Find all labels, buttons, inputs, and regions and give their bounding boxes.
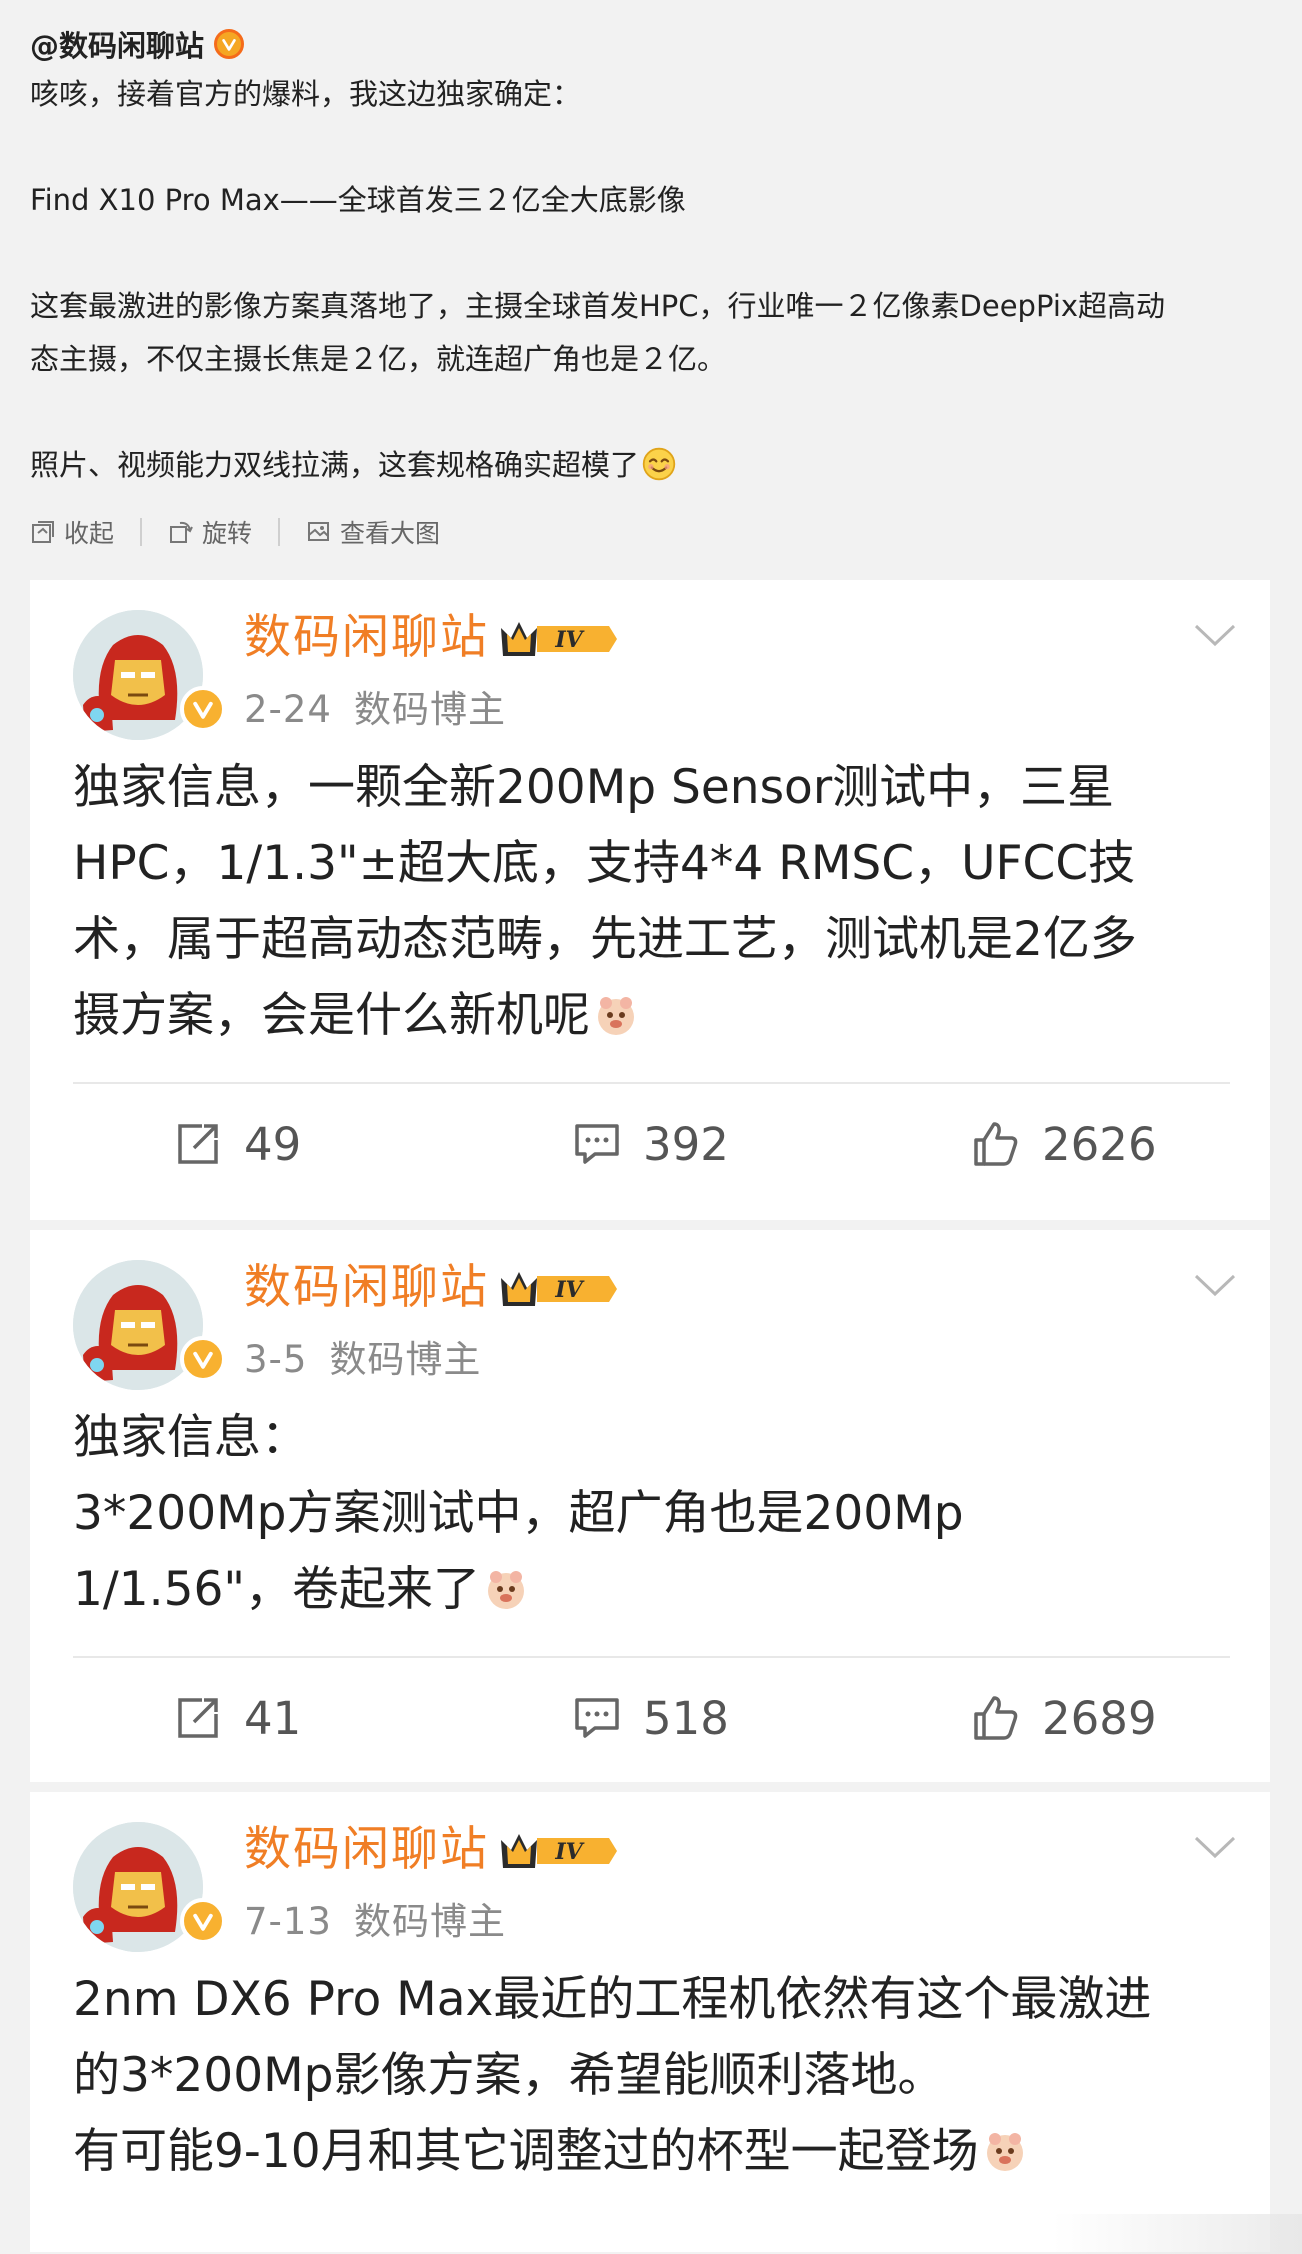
author-role: 数码博主 [353, 1900, 506, 1943]
repost-count: 41 [244, 1691, 302, 1745]
weibo-post: @数码闲聊站 咳咳，接着官方的爆料，我这边独家确定： Find X10 Pro … [0, 0, 1302, 552]
comment-icon [575, 1698, 619, 1738]
quoted-post-card[interactable]: 数码闲聊站 IV 2-24 数码博主 独家信息，一颗全新200Mp Sensor测… [30, 580, 1270, 1220]
repost-icon [178, 1124, 218, 1164]
verified-badge-icon [180, 686, 226, 732]
comment-icon [575, 1124, 619, 1164]
card-text-span: 1/1.56"，卷起来了 [73, 1562, 481, 1617]
chevron-down-icon[interactable] [1190, 1828, 1240, 1868]
rotate-label: 旋转 [202, 519, 253, 548]
card-text-line: 3*200Mp方案测试中，超广角也是200Mp [73, 1486, 964, 1541]
quoted-post-card[interactable]: 数码闲聊站 IV 3-5 数码博主 独家信息： 3*200Mp方案测试中，超广角也… [30, 1230, 1270, 1782]
like-button[interactable]: 2626 [857, 1118, 1270, 1171]
post-image-actions: 收起 旋转 查看大图 [30, 512, 1272, 552]
vip-crown-level-icon: IV [501, 622, 617, 656]
view-large-image-icon [308, 522, 330, 541]
card-author-name[interactable]: 数码闲聊站 [244, 1258, 489, 1318]
card-header: 数码闲聊站 IV 7-13 数码博主 [30, 1792, 1270, 1962]
card-text-line: 摄方案，会是什么新机呢 [73, 978, 1230, 1054]
repost-button[interactable]: 41 [30, 1692, 443, 1745]
card-text-line: 有可能9-10月和其它调整过的杯型一起登场 [73, 2114, 1230, 2190]
card-actions: 49 392 2626 [30, 1084, 1270, 1204]
card-text-line: 独家信息，一颗全新200Mp Sensor测试中，三星 [73, 760, 1115, 815]
card-text-line: HPC，1/1.3"±超大底，支持4*4 RMSC，UFCC技 [73, 836, 1136, 891]
card-header: 数码闲聊站 IV 2-24 数码博主 [30, 580, 1270, 750]
chevron-down-icon[interactable] [1190, 1266, 1240, 1306]
like-count: 2626 [1042, 1117, 1157, 1171]
view-large-image-button[interactable]: 查看大图 [306, 514, 440, 550]
post-author[interactable]: @数码闲聊站 [30, 20, 1272, 68]
doge-emoji-icon [488, 1570, 525, 1609]
card-text-line: 独家信息： [73, 1410, 308, 1465]
rotate-icon [170, 521, 193, 543]
comment-count: 518 [643, 1691, 729, 1745]
like-button[interactable]: 2689 [857, 1692, 1270, 1745]
doge-emoji-icon [986, 2132, 1023, 2171]
level-text: IV [554, 627, 584, 653]
comment-button[interactable]: 392 [443, 1118, 856, 1171]
collapse-button[interactable]: 收起 [30, 514, 114, 550]
view-large-image-label: 查看大图 [340, 519, 441, 548]
like-count: 2689 [1042, 1691, 1157, 1745]
collapse-icon [32, 521, 54, 543]
quoted-post-card[interactable]: 数码闲聊站 IV 7-13 数码博主 2nm DX6 Pro Max最近的工程机依… [30, 1792, 1270, 2252]
vip-crown-level-icon: IV [501, 1834, 617, 1868]
post-text-line: 态主摄，不仅主摄长焦是２亿，就连超广角也是２亿。 [30, 342, 727, 376]
watermark [1052, 2214, 1302, 2254]
level-text: IV [554, 1839, 584, 1865]
post-date: 3-5 [244, 1338, 308, 1381]
card-body: 2nm DX6 Pro Max最近的工程机依然有这个最激进 的3*200Mp影像… [30, 1962, 1270, 2190]
post-text-span: 照片、视频能力双线拉满，这套规格确实超模了 [30, 448, 640, 482]
card-author-name[interactable]: 数码闲聊站 [244, 1820, 489, 1880]
card-body: 独家信息： 3*200Mp方案测试中，超广角也是200Mp 1/1.56"，卷起… [30, 1400, 1270, 1628]
smile-emoji-icon [642, 447, 676, 481]
card-text-span: 摄方案，会是什么新机呢 [73, 988, 590, 1043]
repost-icon [178, 1698, 218, 1738]
card-text-line: 1/1.56"，卷起来了 [73, 1552, 1230, 1628]
card-text-span: 有可能9-10月和其它调整过的杯型一起登场 [73, 2124, 979, 2179]
verified-badge-icon [180, 1336, 226, 1382]
thumbs-up-icon [974, 1122, 1018, 1166]
card-body: 独家信息，一颗全新200Mp Sensor测试中，三星 HPC，1/1.3"±超… [30, 750, 1270, 1054]
separator [140, 518, 143, 546]
card-text-line: 的3*200Mp影像方案，希望能顺利落地。 [73, 2048, 945, 2103]
post-date: 2-24 [244, 688, 332, 731]
card-meta: 3-5 数码博主 [244, 1335, 481, 1385]
post-text-line: 照片、视频能力双线拉满，这套规格确实超模了 [30, 439, 1272, 492]
separator [278, 518, 281, 546]
repost-button[interactable]: 49 [30, 1118, 443, 1171]
card-meta: 2-24 数码博主 [244, 685, 506, 735]
author-role: 数码博主 [353, 688, 506, 731]
doge-emoji-icon [598, 996, 634, 1035]
rotate-button[interactable]: 旋转 [168, 514, 252, 550]
card-author-name[interactable]: 数码闲聊站 [244, 608, 489, 668]
verified-icon [214, 29, 245, 59]
verified-badge-icon [180, 1898, 226, 1944]
post-text-line: 这套最激进的影像方案真落地了，主摄全球首发HPC，行业唯一２亿像素DeepPix… [30, 289, 1166, 323]
post-text-line: Find X10 Pro Max——全球首发三２亿全大底影像 [30, 183, 686, 217]
card-text-line: 2nm DX6 Pro Max最近的工程机依然有这个最激进 [73, 1972, 1152, 2027]
post-author-name[interactable]: @数码闲聊站 [30, 23, 204, 65]
post-text-line: 咳咳，接着官方的爆料，我这边独家确定： [30, 77, 582, 111]
card-actions: 41 518 2689 [30, 1658, 1270, 1778]
vip-crown-level-icon: IV [501, 1272, 617, 1306]
chevron-down-icon[interactable] [1190, 616, 1240, 656]
comment-count: 392 [643, 1117, 729, 1171]
collapse-label: 收起 [64, 519, 115, 548]
card-header: 数码闲聊站 IV 3-5 数码博主 [30, 1230, 1270, 1400]
card-meta: 7-13 数码博主 [244, 1897, 506, 1947]
repost-count: 49 [244, 1117, 302, 1171]
comment-button[interactable]: 518 [443, 1692, 856, 1745]
quoted-posts: 数码闲聊站 IV 2-24 数码博主 独家信息，一颗全新200Mp Sensor测… [30, 580, 1270, 2254]
author-role: 数码博主 [329, 1338, 482, 1381]
screenshot: @数码闲聊站 咳咳，接着官方的爆料，我这边独家确定： Find X10 Pro … [0, 0, 1302, 2254]
thumbs-up-icon [974, 1696, 1018, 1740]
level-text: IV [554, 1277, 584, 1303]
card-text-line: 术，属于超高动态范畴，先进工艺，测试机是2亿多 [73, 912, 1137, 967]
post-date: 7-13 [244, 1900, 332, 1943]
